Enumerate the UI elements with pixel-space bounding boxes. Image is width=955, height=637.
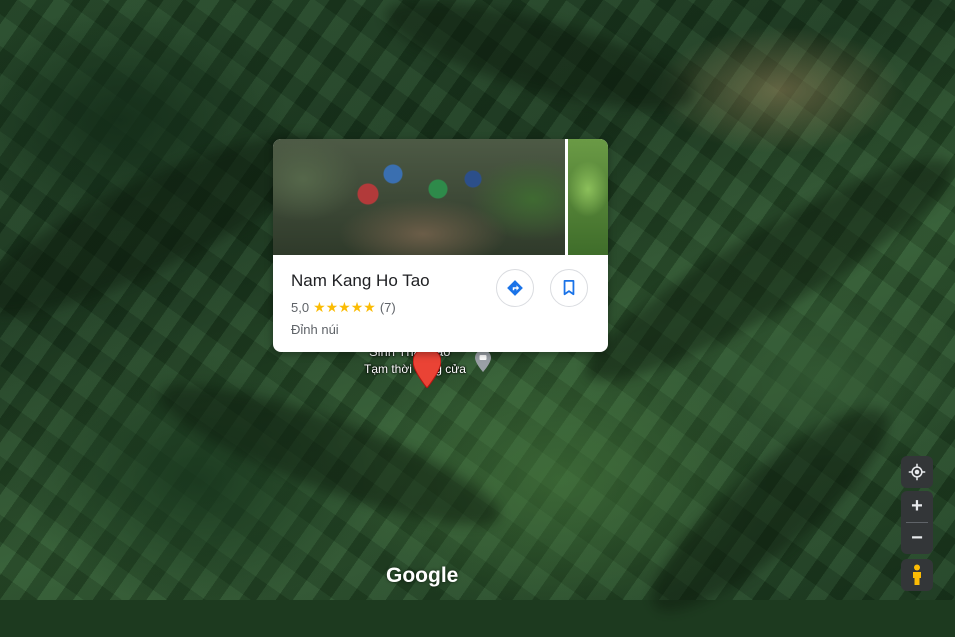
directions-button[interactable] bbox=[496, 269, 534, 307]
zoom-out-button[interactable]: − bbox=[901, 523, 933, 554]
bookmark-icon bbox=[563, 280, 575, 296]
place-photos[interactable] bbox=[273, 139, 608, 255]
place-photo-second[interactable] bbox=[568, 139, 608, 255]
zoom-controls: + − bbox=[901, 491, 933, 554]
google-logo: Google bbox=[386, 564, 459, 587]
my-location-icon bbox=[908, 463, 926, 481]
place-category: Đỉnh núi bbox=[291, 322, 339, 337]
place-name[interactable]: Nam Kang Ho Tao bbox=[291, 271, 590, 291]
pegman-icon bbox=[913, 564, 921, 585]
save-button[interactable] bbox=[550, 269, 588, 307]
poi-icon[interactable] bbox=[475, 350, 491, 377]
zoom-in-button[interactable]: + bbox=[901, 491, 933, 522]
rating-value: 5,0 bbox=[291, 300, 310, 315]
place-info: Nam Kang Ho Tao 5,0 ★★★★★ (7) Đỉnh núi bbox=[273, 255, 608, 337]
my-location-button[interactable] bbox=[901, 456, 933, 488]
review-count[interactable]: (7) bbox=[380, 300, 396, 315]
directions-icon bbox=[507, 280, 523, 296]
rating-row: 5,0 ★★★★★ (7) bbox=[291, 299, 590, 316]
location-pin-icon[interactable] bbox=[412, 347, 442, 393]
street-view-pegman-button[interactable] bbox=[901, 559, 933, 591]
place-photo-main[interactable] bbox=[273, 139, 565, 255]
rating-stars: ★★★★★ bbox=[313, 299, 376, 315]
place-info-card[interactable]: Nam Kang Ho Tao 5,0 ★★★★★ (7) Đỉnh núi bbox=[273, 139, 608, 352]
